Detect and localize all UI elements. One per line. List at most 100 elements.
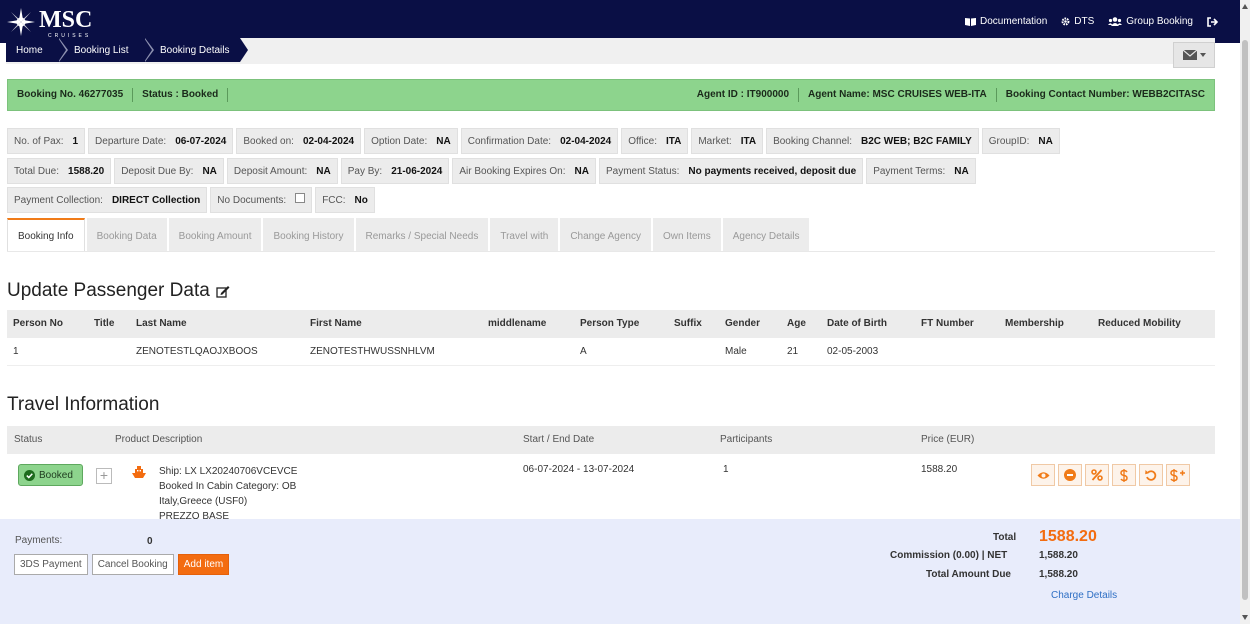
email-dropdown-button[interactable] <box>1173 42 1215 68</box>
passenger-title-text: Update Passenger Data <box>7 280 210 301</box>
chip-value: 1588.20 <box>68 165 105 177</box>
booking-footer: Payments: 0 3DS Payment Cancel Booking A… <box>0 519 1240 624</box>
compass-rose-icon <box>7 8 35 36</box>
chip-label: No Documents: <box>217 194 287 206</box>
footer-buttons: 3DS Payment Cancel Booking Add item <box>14 554 230 575</box>
tab-remarks-special-needs[interactable]: Remarks / Special Needs <box>355 218 489 252</box>
add-charge-button[interactable] <box>1166 464 1190 486</box>
travel-row: Booked + Ship: LX LX20240706VCEVCE Booke… <box>7 457 1215 522</box>
total-amount-due-label: Total Amount Due <box>926 569 1011 580</box>
chip-label: Departure Date: <box>95 135 167 147</box>
booking-info-row-2: Total Due: 1588.20 Deposit Due By: NA Depo… <box>7 158 1217 184</box>
travel-title-text: Travel Information <box>7 394 160 415</box>
breadcrumb-booking-list[interactable]: Booking List <box>58 38 154 62</box>
nav-group-booking[interactable]: Group Booking <box>1108 16 1193 27</box>
travel-dates: 06-07-2024 - 13-07-2024 <box>523 464 635 475</box>
view-button[interactable] <box>1031 464 1055 486</box>
passenger-table-header: Person No Title Last Name First Name mid… <box>7 310 1215 338</box>
scroll-up-arrow-icon[interactable] <box>1242 4 1248 9</box>
info-chip-office: Office: ITA <box>621 128 689 154</box>
tab-change-agency[interactable]: Change Agency <box>560 218 651 252</box>
payments-label: Payments: <box>15 535 63 546</box>
nav-documentation[interactable]: Documentation <box>965 16 1047 27</box>
chip-label: FCC: <box>322 194 346 206</box>
tab-travel-with[interactable]: Travel with <box>490 218 559 252</box>
chip-label: Pay By: <box>347 165 383 177</box>
cell-first-name: ZENOTESTHWUSSNHLVM <box>310 346 435 357</box>
scroll-down-arrow-icon[interactable] <box>1242 615 1248 620</box>
cancel-booking-button[interactable]: Cancel Booking <box>91 554 174 575</box>
total-amount-due-value: 1,588.20 <box>1039 569 1078 580</box>
col-product-description: Product Description <box>115 434 203 445</box>
info-chip-deposit-due-by: Deposit Due By: NA <box>114 158 224 184</box>
3ds-payment-button[interactable]: 3DS Payment <box>14 554 88 575</box>
cell-age: 21 <box>787 346 799 357</box>
info-chip-payment-collection: Payment Collection: DIRECT Collection <box>7 187 208 213</box>
chip-value: NA <box>1038 135 1053 147</box>
col-middlename: middlename <box>488 318 547 329</box>
info-chip-fcc: FCC: No <box>315 187 375 213</box>
breadcrumb-home[interactable]: Home <box>6 38 68 62</box>
col-ft-number: FT Number <box>921 318 974 329</box>
percent-icon <box>1091 469 1103 481</box>
status-badge: Booked <box>18 464 83 486</box>
tab-agency-details[interactable]: Agency Details <box>722 218 810 252</box>
edit-icon[interactable] <box>216 285 230 298</box>
dollar-plus-icon <box>1170 468 1185 482</box>
tab-booking-data[interactable]: Booking Data <box>86 218 167 252</box>
nav-dts-label: DTS <box>1074 16 1095 27</box>
product-itinerary: Italy,Greece (USF0) <box>159 496 248 507</box>
price-button[interactable] <box>1112 464 1136 486</box>
payments-count: 0 <box>147 536 153 547</box>
undo-button[interactable] <box>1139 464 1163 486</box>
cell-last-name: ZENOTESTLQAOJXBOOS <box>136 346 258 357</box>
remove-button[interactable] <box>1058 464 1082 486</box>
nav-dts[interactable]: DTS <box>1061 16 1094 27</box>
passenger-row[interactable]: 1 ZENOTESTLQAOJXBOOS ZENOTESTHWUSSNHLVM … <box>7 338 1215 366</box>
info-chip-payment-status: Payment Status: No payments received, dep… <box>598 158 864 184</box>
vertical-scrollbar[interactable] <box>1240 0 1250 624</box>
no-documents-checkbox[interactable] <box>295 193 306 203</box>
chip-label: Payment Status: <box>605 165 680 177</box>
passenger-section-title: Update Passenger Data <box>7 280 230 302</box>
travel-participants: 1 <box>723 464 729 475</box>
logout-button[interactable] <box>1207 16 1218 27</box>
info-chip-total-due: Total Due: 1588.20 <box>7 158 112 184</box>
info-chip-payment-terms: Payment Terms: NA <box>866 158 976 184</box>
agent-id: Agent ID : IT900000 <box>688 88 800 102</box>
cell-person-type: A <box>580 346 587 357</box>
tab-booking-info[interactable]: Booking Info <box>7 218 85 252</box>
expand-row-button[interactable]: + <box>96 468 112 484</box>
chip-label: Confirmation Date: <box>467 135 552 147</box>
info-chip-booked-on: Booked on: 02-04-2024 <box>236 128 362 154</box>
chip-label: Booked on: <box>243 135 294 147</box>
chip-label: Deposit Due By: <box>121 165 194 177</box>
info-chip-option-date: Option Date: NA <box>364 128 458 154</box>
chip-value: NA <box>316 165 331 177</box>
col-last-name: Last Name <box>136 318 187 329</box>
commission-value: 1,588.20 <box>1039 550 1078 561</box>
discount-button[interactable] <box>1085 464 1109 486</box>
tab-divider <box>7 251 1215 252</box>
tab-own-items[interactable]: Own Items <box>652 218 721 252</box>
info-chip-group-id: GroupID: NA <box>981 128 1060 154</box>
col-reduced-mobility: Reduced Mobility <box>1098 318 1181 329</box>
chip-value: B2C WEB; B2C FAMILY <box>861 135 972 147</box>
tab-booking-history[interactable]: Booking History <box>263 218 354 252</box>
chip-label: Total Due: <box>14 165 60 177</box>
info-chip-market: Market: ITA <box>691 128 764 154</box>
tab-booking-amount[interactable]: Booking Amount <box>168 218 262 252</box>
chip-value: DIRECT Collection <box>111 194 201 206</box>
scrollbar-thumb[interactable] <box>1242 40 1248 600</box>
charge-details-link[interactable]: Charge Details <box>1051 590 1117 601</box>
col-first-name: First Name <box>310 318 362 329</box>
chip-label: Office: <box>628 135 657 147</box>
info-chip-pax: No. of Pax: 1 <box>7 128 86 154</box>
col-gender: Gender <box>725 318 761 329</box>
col-suffix: Suffix <box>674 318 702 329</box>
breadcrumb: Home Booking List Booking Details <box>6 38 248 64</box>
add-item-button[interactable]: Add item <box>177 554 230 575</box>
msc-logo[interactable]: MSC CRUISES <box>6 5 98 39</box>
chip-label: No. of Pax: <box>14 135 64 147</box>
col-date-of-birth: Date of Birth <box>827 318 887 329</box>
